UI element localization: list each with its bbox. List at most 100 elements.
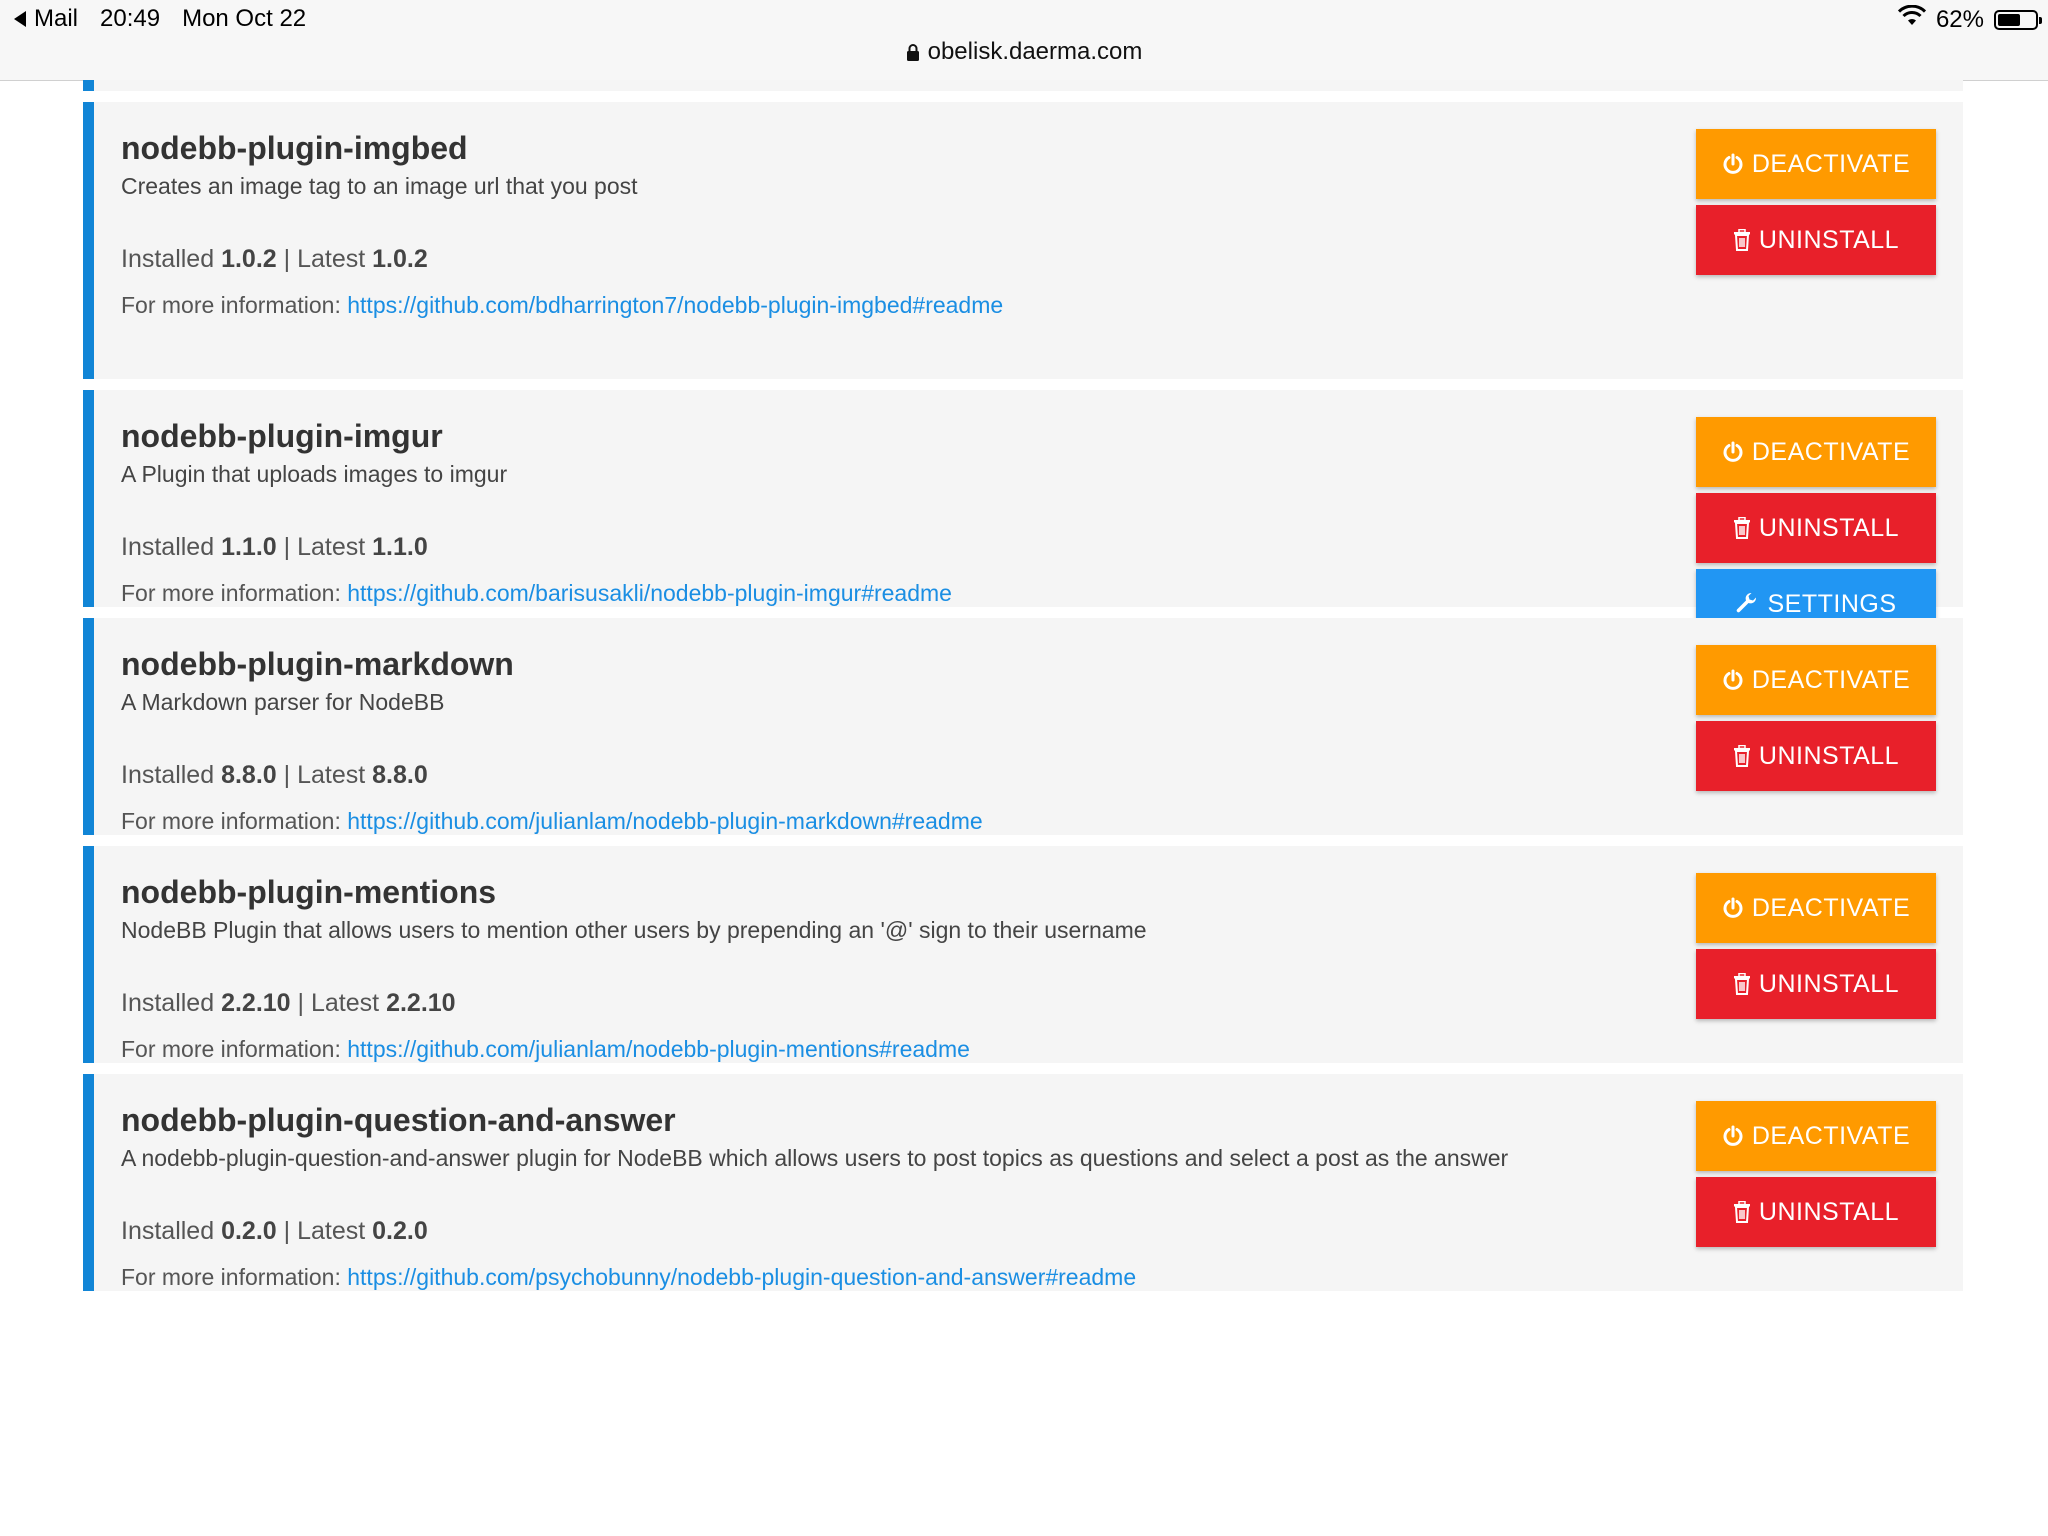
latest-version: 8.8.0 <box>372 761 428 789</box>
plugin-readme-link[interactable]: https://github.com/barisusakli/nodebb-pl… <box>347 580 952 606</box>
latest-version: 1.1.0 <box>372 533 428 561</box>
status-bar: Mail 20:49 Mon Oct 22 62% obelisk.daerma… <box>0 0 2048 81</box>
battery-icon <box>1994 9 2042 30</box>
plugin-card: nodebb-plugin-imgbed Creates an image ta… <box>83 102 1963 379</box>
latest-label: Latest <box>297 533 366 561</box>
installed-version: 2.2.10 <box>221 989 291 1017</box>
version-separator: | <box>283 1217 291 1245</box>
deactivate-label: DEACTIVATE <box>1751 149 1911 178</box>
wifi-icon <box>1897 4 1927 34</box>
uninstall-button[interactable]: UNINSTALL <box>1696 721 1936 791</box>
status-left: Mail 20:49 Mon Oct 22 <box>14 5 306 33</box>
installed-version: 1.0.2 <box>221 245 277 273</box>
more-info-label: For more information: <box>121 1036 341 1062</box>
installed-version: 0.2.0 <box>221 1217 277 1245</box>
plugin-actions: DEACTIVATE UNINSTALL <box>1696 129 1936 275</box>
plugin-readme-link[interactable]: https://github.com/julianlam/nodebb-plug… <box>347 1036 970 1062</box>
power-icon <box>1722 897 1744 919</box>
plugin-description: NodeBB Plugin that allows users to menti… <box>121 917 1147 943</box>
installed-label: Installed <box>121 245 215 273</box>
plugin-name: nodebb-plugin-imgbed <box>121 130 468 166</box>
trash-icon <box>1733 229 1751 251</box>
uninstall-button[interactable]: UNINSTALL <box>1696 205 1936 275</box>
plugin-name: nodebb-plugin-question-and-answer <box>121 1102 676 1138</box>
latest-version: 0.2.0 <box>372 1217 428 1245</box>
plugin-versions: Installed 2.2.10 | Latest 2.2.10 <box>121 986 1963 1020</box>
deactivate-label: DEACTIVATE <box>1751 437 1911 466</box>
version-separator: | <box>283 761 291 789</box>
more-info-label: For more information: <box>121 1264 341 1290</box>
plugin-card: nodebb-plugin-imgur A Plugin that upload… <box>83 390 1963 639</box>
address-bar[interactable]: obelisk.daerma.com <box>0 38 2048 68</box>
previous-plugin-card-edge <box>83 80 1963 91</box>
status-date: Mon Oct 22 <box>182 5 307 32</box>
plugin-versions: Installed 0.2.0 | Latest 0.2.0 <box>121 1214 1963 1248</box>
deactivate-button[interactable]: DEACTIVATE <box>1696 645 1936 715</box>
latest-label: Latest <box>297 1217 366 1245</box>
plugin-description: A nodebb-plugin-question-and-answer plug… <box>121 1145 1509 1171</box>
more-info-label: For more information: <box>121 292 341 318</box>
wrench-icon <box>1735 592 1759 616</box>
latest-label: Latest <box>297 761 366 789</box>
deactivate-label: DEACTIVATE <box>1751 893 1911 922</box>
deactivate-button[interactable]: DEACTIVATE <box>1696 417 1936 487</box>
deactivate-button[interactable]: DEACTIVATE <box>1696 129 1936 199</box>
deactivate-button[interactable]: DEACTIVATE <box>1696 1101 1936 1171</box>
uninstall-label: UNINSTALL <box>1758 1197 1900 1226</box>
version-separator: | <box>283 245 291 273</box>
battery-percent: 62% <box>1935 5 1984 33</box>
installed-label: Installed <box>121 761 215 789</box>
more-info-label: For more information: <box>121 580 341 606</box>
uninstall-button[interactable]: UNINSTALL <box>1696 1177 1936 1247</box>
plugin-actions: DEACTIVATE UNINSTALL <box>1696 417 1936 639</box>
status-time: 20:49 <box>100 5 161 32</box>
plugin-more-info: For more information: https://github.com… <box>121 804 1963 838</box>
deactivate-label: DEACTIVATE <box>1751 665 1911 694</box>
plugin-card: nodebb-plugin-mentions NodeBB Plugin tha… <box>83 846 1963 1063</box>
installed-version: 1.1.0 <box>221 533 277 561</box>
installed-label: Installed <box>121 1217 215 1245</box>
version-separator: | <box>283 533 291 561</box>
plugin-card: nodebb-plugin-markdown A Markdown parser… <box>83 618 1963 835</box>
latest-version: 2.2.10 <box>386 989 456 1017</box>
back-to-app-button[interactable]: Mail <box>14 5 78 33</box>
uninstall-button[interactable]: UNINSTALL <box>1696 949 1936 1019</box>
plugin-cards: nodebb-plugin-imgbed Creates an image ta… <box>83 102 1963 1291</box>
plugin-actions: DEACTIVATE UNINSTALL <box>1696 1101 1936 1247</box>
plugin-more-info: For more information: https://github.com… <box>121 576 1963 610</box>
uninstall-button[interactable]: UNINSTALL <box>1696 493 1936 563</box>
uninstall-label: UNINSTALL <box>1758 969 1900 998</box>
plugin-readme-link[interactable]: https://github.com/bdharrington7/nodebb-… <box>347 292 1003 318</box>
plugin-versions: Installed 1.1.0 | Latest 1.1.0 <box>121 530 1963 564</box>
latest-version: 1.0.2 <box>372 245 428 273</box>
trash-icon <box>1733 517 1751 539</box>
more-info-label: For more information: <box>121 808 341 834</box>
plugin-readme-link[interactable]: https://github.com/julianlam/nodebb-plug… <box>347 808 982 834</box>
latest-label: Latest <box>311 989 380 1017</box>
back-app-label: Mail <box>34 5 79 32</box>
plugin-more-info: For more information: https://github.com… <box>121 288 1963 322</box>
plugin-versions: Installed 8.8.0 | Latest 8.8.0 <box>121 758 1963 792</box>
plugin-actions: DEACTIVATE UNINSTALL <box>1696 873 1936 1019</box>
plugin-description: A Markdown parser for NodeBB <box>121 689 445 715</box>
plugin-readme-link[interactable]: https://github.com/psychobunny/nodebb-pl… <box>347 1264 1136 1290</box>
deactivate-button[interactable]: DEACTIVATE <box>1696 873 1936 943</box>
plugin-name: nodebb-plugin-mentions <box>121 874 497 910</box>
plugin-more-info: For more information: https://github.com… <box>121 1260 1963 1294</box>
status-right: 62% <box>1897 4 2042 34</box>
address-url: obelisk.daerma.com <box>927 38 1143 65</box>
plugin-description: Creates an image tag to an image url tha… <box>121 173 638 199</box>
power-icon <box>1722 441 1744 463</box>
power-icon <box>1722 153 1744 175</box>
plugin-description: A Plugin that uploads images to imgur <box>121 461 508 487</box>
trash-icon <box>1733 1201 1751 1223</box>
trash-icon <box>1733 745 1751 767</box>
deactivate-label: DEACTIVATE <box>1751 1121 1911 1150</box>
plugin-actions: DEACTIVATE UNINSTALL <box>1696 645 1936 791</box>
uninstall-label: UNINSTALL <box>1758 513 1900 542</box>
plugin-more-info: For more information: https://github.com… <box>121 1032 1963 1066</box>
plugin-versions: Installed 1.0.2 | Latest 1.0.2 <box>121 242 1963 276</box>
uninstall-label: UNINSTALL <box>1758 741 1900 770</box>
trash-icon <box>1733 973 1751 995</box>
installed-version: 8.8.0 <box>221 761 277 789</box>
